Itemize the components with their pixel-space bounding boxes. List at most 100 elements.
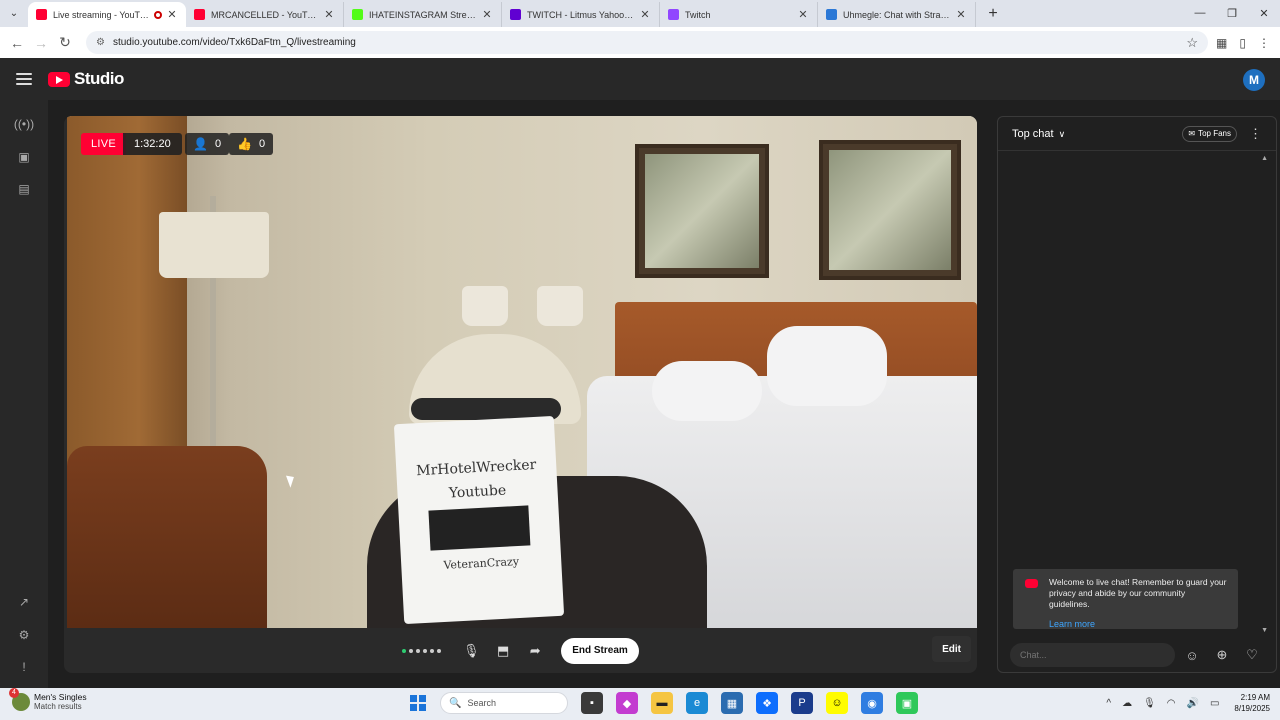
youtube-logo-icon xyxy=(48,71,70,87)
taskbar-search-box[interactable]: 🔍 Search xyxy=(440,692,568,714)
back-arrow-icon[interactable]: ← xyxy=(6,32,28,54)
camera-icon[interactable]: ▣ xyxy=(14,147,34,167)
taskbar-apps: 🔍 Search ▪ ◆ ▬ e ▦ ❖ P ☺ ◉ ▣ xyxy=(410,692,918,714)
close-tab-icon[interactable]: ✕ xyxy=(639,8,651,21)
scroll-up-icon[interactable]: ▲ xyxy=(1261,155,1268,162)
screen-share-icon[interactable]: ⬒ xyxy=(487,636,519,666)
clock-time: 2:19 AM xyxy=(1240,693,1270,702)
tennis-widget-icon: 4 xyxy=(9,687,30,711)
close-tab-icon[interactable]: ✕ xyxy=(166,8,178,21)
edit-button[interactable]: Edit xyxy=(932,636,971,662)
scroll-down-icon[interactable]: ▼ xyxy=(1261,627,1268,634)
chat-input-row: ☺ ⊕ ♡ xyxy=(1010,642,1265,668)
chat-more-icon[interactable]: ⋮ xyxy=(1249,126,1262,142)
browser-tab-strip: ⌄ Live streaming - YouTube Studio ✕ MRCA… xyxy=(0,0,1280,27)
window-controls: — ❐ ✕ xyxy=(1184,0,1280,26)
widget-title: Men's Singles xyxy=(34,692,87,702)
viewer-count-value: 0 xyxy=(214,138,222,150)
broadcast-icon[interactable]: ((•)) xyxy=(14,114,34,134)
thumbs-up-icon: 👍 xyxy=(237,137,252,151)
minimize-icon[interactable]: — xyxy=(1184,0,1216,26)
youtube-studio-icon xyxy=(36,9,47,20)
news-widget[interactable]: 4 Men's Singles Match results xyxy=(9,687,87,711)
chat-input[interactable] xyxy=(1010,643,1175,667)
close-tab-icon[interactable]: ✕ xyxy=(797,8,809,21)
site-info-icon[interactable]: ⚙ xyxy=(96,37,105,48)
studio-logo-text: Studio xyxy=(74,69,124,88)
copilot-icon[interactable]: ◆ xyxy=(616,692,638,714)
tray-overflow-chevron-icon[interactable]: ^ xyxy=(1106,698,1111,709)
extensions-icon[interactable]: ▦ xyxy=(1216,36,1227,50)
close-tab-icon[interactable]: ✕ xyxy=(955,8,967,21)
chat-mode-dropdown[interactable]: Top chat ∨ xyxy=(1012,128,1065,140)
file-explorer-icon[interactable]: ▬ xyxy=(651,692,673,714)
tab-search-chevron-icon[interactable]: ⌄ xyxy=(4,3,24,23)
studio-logo[interactable]: Studio xyxy=(48,69,124,89)
snapchat-icon[interactable]: ☺ xyxy=(826,692,848,714)
scene-pillow xyxy=(652,361,762,421)
new-tab-button[interactable]: + xyxy=(982,3,1004,25)
tab-ihateinstagram[interactable]: IHATEINSTAGRAM Stream - Wa ✕ xyxy=(344,2,502,27)
microsoft-store-icon[interactable]: ▦ xyxy=(721,692,743,714)
emoji-icon[interactable]: ☺ xyxy=(1179,643,1205,667)
chevron-down-icon: ∨ xyxy=(1058,128,1066,139)
volume-icon[interactable]: 🔊 xyxy=(1187,698,1199,709)
obs-app-icon[interactable]: ▣ xyxy=(896,692,918,714)
hamburger-menu-icon[interactable] xyxy=(16,73,32,85)
audio-level-indicator xyxy=(402,648,442,653)
wifi-icon[interactable]: ◠ xyxy=(1167,698,1176,709)
dropbox-icon[interactable]: ❖ xyxy=(756,692,778,714)
share-arrow-icon[interactable]: ➦ xyxy=(519,636,551,666)
twitch-icon xyxy=(668,9,679,20)
avatar[interactable]: M xyxy=(1243,69,1265,91)
like-count: 👍 0 xyxy=(229,133,274,155)
viewers-icon: 👤 xyxy=(193,137,208,151)
tab-youtube-studio[interactable]: Live streaming - YouTube Studio ✕ xyxy=(28,2,186,27)
sidebar-icon[interactable]: ▯ xyxy=(1239,36,1246,50)
onedrive-cloud-icon[interactable]: ☁ xyxy=(1122,698,1132,709)
studio-header: Studio M xyxy=(0,58,1280,100)
scene-picture-frame xyxy=(635,144,769,278)
learn-more-link[interactable]: Learn more xyxy=(1049,619,1228,630)
top-fans-button[interactable]: ✉ Top Fans xyxy=(1182,125,1237,142)
close-window-icon[interactable]: ✕ xyxy=(1248,0,1280,26)
windows-start-icon[interactable] xyxy=(410,695,426,711)
tab-mrcancelled[interactable]: MRCANCELLED - YouTube ✕ xyxy=(186,2,344,27)
heart-icon[interactable]: ♡ xyxy=(1239,643,1265,667)
browser-menu-icon[interactable]: ⋮ xyxy=(1258,36,1270,50)
kick-icon xyxy=(352,9,363,20)
forward-arrow-icon[interactable]: → xyxy=(30,32,52,54)
end-stream-button[interactable]: End Stream xyxy=(561,637,639,664)
restore-icon[interactable]: ❐ xyxy=(1216,0,1248,26)
battery-icon[interactable]: ▭ xyxy=(1210,698,1219,709)
widget-badge: 4 xyxy=(9,687,19,698)
bookmark-star-icon[interactable]: ☆ xyxy=(1186,35,1198,51)
settings-gear-icon[interactable]: ⚙ xyxy=(14,625,34,645)
task-view-icon[interactable]: ▪ xyxy=(581,692,603,714)
microphone-icon[interactable]: 🎙 xyxy=(455,636,487,666)
external-link-icon[interactable]: ↗ xyxy=(14,592,34,612)
system-tray: ^ ☁ 🎙 ◠ 🔊 ▭ 2:19 AM 8/19/2025 xyxy=(1106,692,1270,714)
clock-date: 8/19/2025 xyxy=(1234,704,1270,713)
welcome-text: Welcome to live chat! Remember to guard … xyxy=(1049,577,1227,609)
photoshop-icon[interactable]: P xyxy=(791,692,813,714)
widget-subtitle: Match results xyxy=(34,702,82,711)
chrome-icon[interactable]: ◉ xyxy=(861,692,883,714)
scene-picture-frame xyxy=(819,140,961,280)
feedback-icon[interactable]: ! xyxy=(14,657,34,677)
reload-icon[interactable]: ↻ xyxy=(54,32,76,54)
sign-line: VeteranCrazy xyxy=(443,554,520,572)
edge-browser-icon[interactable]: e xyxy=(686,692,708,714)
close-tab-icon[interactable]: ✕ xyxy=(323,8,335,21)
tray-microphone-icon[interactable]: 🎙 xyxy=(1143,698,1156,709)
manage-streams-icon[interactable]: ▤ xyxy=(14,179,34,199)
taskbar-clock[interactable]: 2:19 AM 8/19/2025 xyxy=(1234,692,1270,714)
tab-yahoo-search[interactable]: TWITCH - Litmus Yahoo Search ✕ xyxy=(502,2,660,27)
yahoo-icon xyxy=(510,9,521,20)
add-plus-icon[interactable]: ⊕ xyxy=(1209,643,1235,667)
taskbar-search-placeholder: Search xyxy=(467,698,496,708)
tab-twitch[interactable]: Twitch ✕ xyxy=(660,2,818,27)
tab-uhmegle[interactable]: Uhmegle: Chat with Strangers ✕ xyxy=(818,2,976,27)
close-tab-icon[interactable]: ✕ xyxy=(481,8,493,21)
url-field[interactable]: ⚙ studio.youtube.com/video/Txk6DaFtm_Q/l… xyxy=(86,31,1209,54)
